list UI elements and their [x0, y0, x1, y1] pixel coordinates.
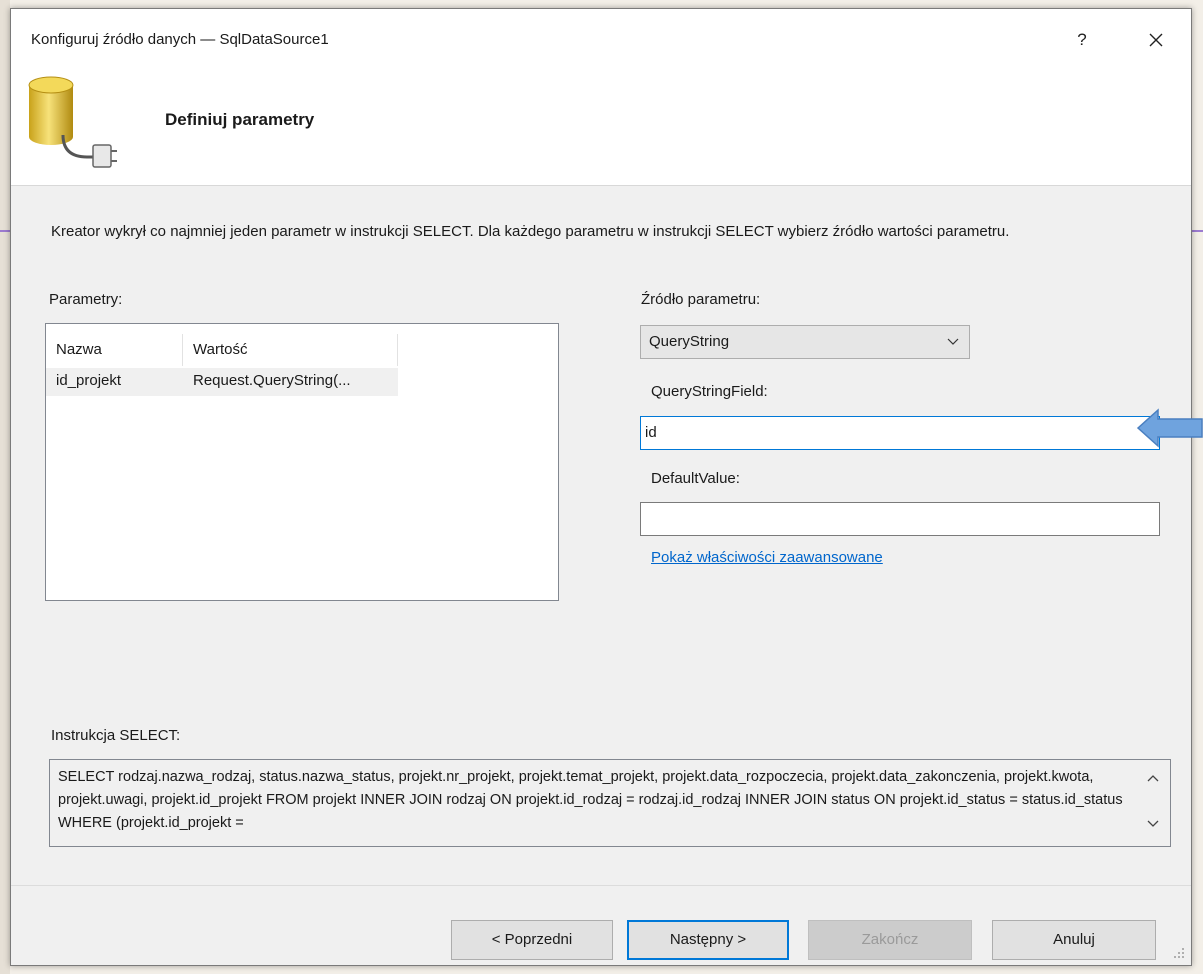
cancel-button[interactable]: Anuluj: [992, 920, 1156, 960]
close-icon: [1149, 33, 1163, 47]
list-item[interactable]: id_projekt Request.QueryString(...: [46, 368, 398, 396]
parameter-source-label: Źródło parametru:: [641, 291, 761, 308]
database-connector-icon: [28, 76, 117, 168]
column-header-name[interactable]: Nazwa: [46, 334, 183, 366]
querystring-field-label: QueryStringField:: [651, 383, 768, 400]
param-name-cell: id_projekt: [56, 372, 122, 389]
select-statement-text: SELECT rodzaj.nazwa_rodzaj, status.nazwa…: [58, 769, 1123, 831]
page-title: Definiuj parametry: [165, 110, 315, 129]
parameters-list[interactable]: Nazwa Wartość id_projekt Request.QuerySt…: [45, 323, 559, 601]
querystring-field-input[interactable]: id: [640, 416, 1160, 450]
finish-button[interactable]: Zakończ: [808, 920, 972, 960]
column-header-value[interactable]: Wartość: [183, 334, 398, 366]
parameters-label: Parametry:: [49, 291, 123, 308]
background-window-edge: [0, 0, 10, 974]
select-statement-box[interactable]: SELECT rodzaj.nazwa_rodzaj, status.nazwa…: [49, 759, 1171, 847]
param-value-cell: Request.QueryString(...: [193, 372, 351, 389]
close-button[interactable]: [1141, 25, 1171, 55]
configure-datasource-dialog: Konfiguruj źródło danych — SqlDataSource…: [10, 8, 1192, 966]
help-button[interactable]: ?: [1067, 25, 1097, 55]
intro-text: Kreator wykrył co najmniej jeden paramet…: [51, 223, 1010, 240]
resize-grip-icon[interactable]: [1173, 947, 1185, 959]
show-advanced-properties-link[interactable]: Pokaż właściwości zaawansowane: [651, 549, 883, 566]
scroll-down-icon[interactable]: [1146, 818, 1160, 830]
background-divider: [0, 230, 10, 232]
next-button[interactable]: Następny >: [627, 920, 789, 960]
title-bar[interactable]: Konfiguruj źródło danych — SqlDataSource…: [11, 9, 1191, 65]
select-statement-label: Instrukcja SELECT:: [51, 727, 181, 744]
chevron-down-icon: [947, 338, 959, 345]
parameter-source-select[interactable]: QueryString: [640, 325, 970, 359]
footer-divider: [11, 885, 1191, 886]
querystring-field-value: id: [645, 424, 657, 441]
window-title: Konfiguruj źródło danych — SqlDataSource…: [31, 31, 329, 48]
wizard-header: Definiuj parametry: [11, 65, 1191, 186]
default-value-input[interactable]: [640, 502, 1160, 536]
parameter-source-value: QueryString: [649, 333, 730, 350]
previous-button[interactable]: < Poprzedni: [451, 920, 613, 960]
default-value-label: DefaultValue:: [651, 470, 740, 487]
callout-arrow-icon: [1136, 408, 1203, 448]
scroll-up-icon[interactable]: [1146, 772, 1160, 784]
background-divider-right: [1191, 230, 1203, 232]
list-header: Nazwa Wartość: [46, 334, 398, 366]
